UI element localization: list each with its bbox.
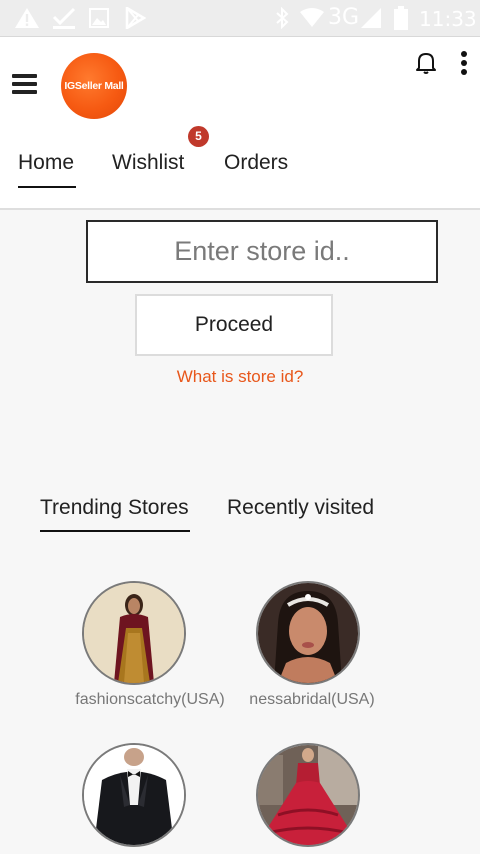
hamburger-menu-icon[interactable] bbox=[12, 74, 37, 94]
store-photo bbox=[258, 583, 358, 683]
notification-bell-icon[interactable] bbox=[414, 51, 438, 75]
more-options-icon[interactable] bbox=[459, 51, 469, 75]
tab-orders[interactable]: Orders bbox=[224, 151, 288, 175]
clock: 11:33 bbox=[419, 7, 477, 31]
proceed-button-label: Proceed bbox=[194, 313, 274, 336]
wifi-icon bbox=[300, 8, 324, 27]
tab-trending-stores[interactable]: Trending Stores bbox=[40, 496, 189, 520]
store-name: nessabridal(USA) bbox=[249, 691, 375, 708]
store-avatar[interactable] bbox=[82, 743, 186, 847]
store-id-input[interactable] bbox=[86, 220, 438, 283]
play-store-icon bbox=[125, 7, 146, 29]
proceed-button[interactable]: Proceed bbox=[135, 294, 333, 356]
tab-wishlist[interactable]: Wishlist bbox=[112, 151, 184, 175]
tab-home-indicator bbox=[18, 186, 76, 188]
app-logo: IGSeller Mall bbox=[61, 53, 127, 119]
tab-recently-visited[interactable]: Recently visited bbox=[227, 496, 374, 520]
store-name: fashionscatchy(USA) bbox=[75, 691, 225, 708]
logo-text: IGSeller Mall bbox=[64, 80, 124, 92]
battery-icon bbox=[394, 6, 408, 30]
signal-icon bbox=[361, 8, 381, 28]
tab-home[interactable]: Home bbox=[18, 151, 74, 175]
status-bar: 3G 11:33 bbox=[0, 0, 480, 37]
image-icon bbox=[89, 8, 109, 28]
store-photo bbox=[258, 745, 358, 845]
store-avatar[interactable] bbox=[256, 743, 360, 847]
bluetooth-icon bbox=[276, 7, 289, 29]
store-avatar[interactable] bbox=[82, 581, 186, 685]
store-photo bbox=[84, 745, 184, 845]
app-header: IGSeller Mall Home Wishlist 5 Orders bbox=[0, 37, 480, 210]
wishlist-count-badge: 5 bbox=[188, 126, 209, 147]
tab-trending-indicator bbox=[40, 530, 190, 532]
store-avatar[interactable] bbox=[256, 581, 360, 685]
network-type: 3G bbox=[328, 5, 360, 30]
download-done-icon bbox=[52, 7, 76, 29]
what-is-store-id-link[interactable]: What is store id? bbox=[0, 367, 480, 387]
warning-icon bbox=[15, 8, 39, 28]
store-photo bbox=[84, 583, 184, 683]
